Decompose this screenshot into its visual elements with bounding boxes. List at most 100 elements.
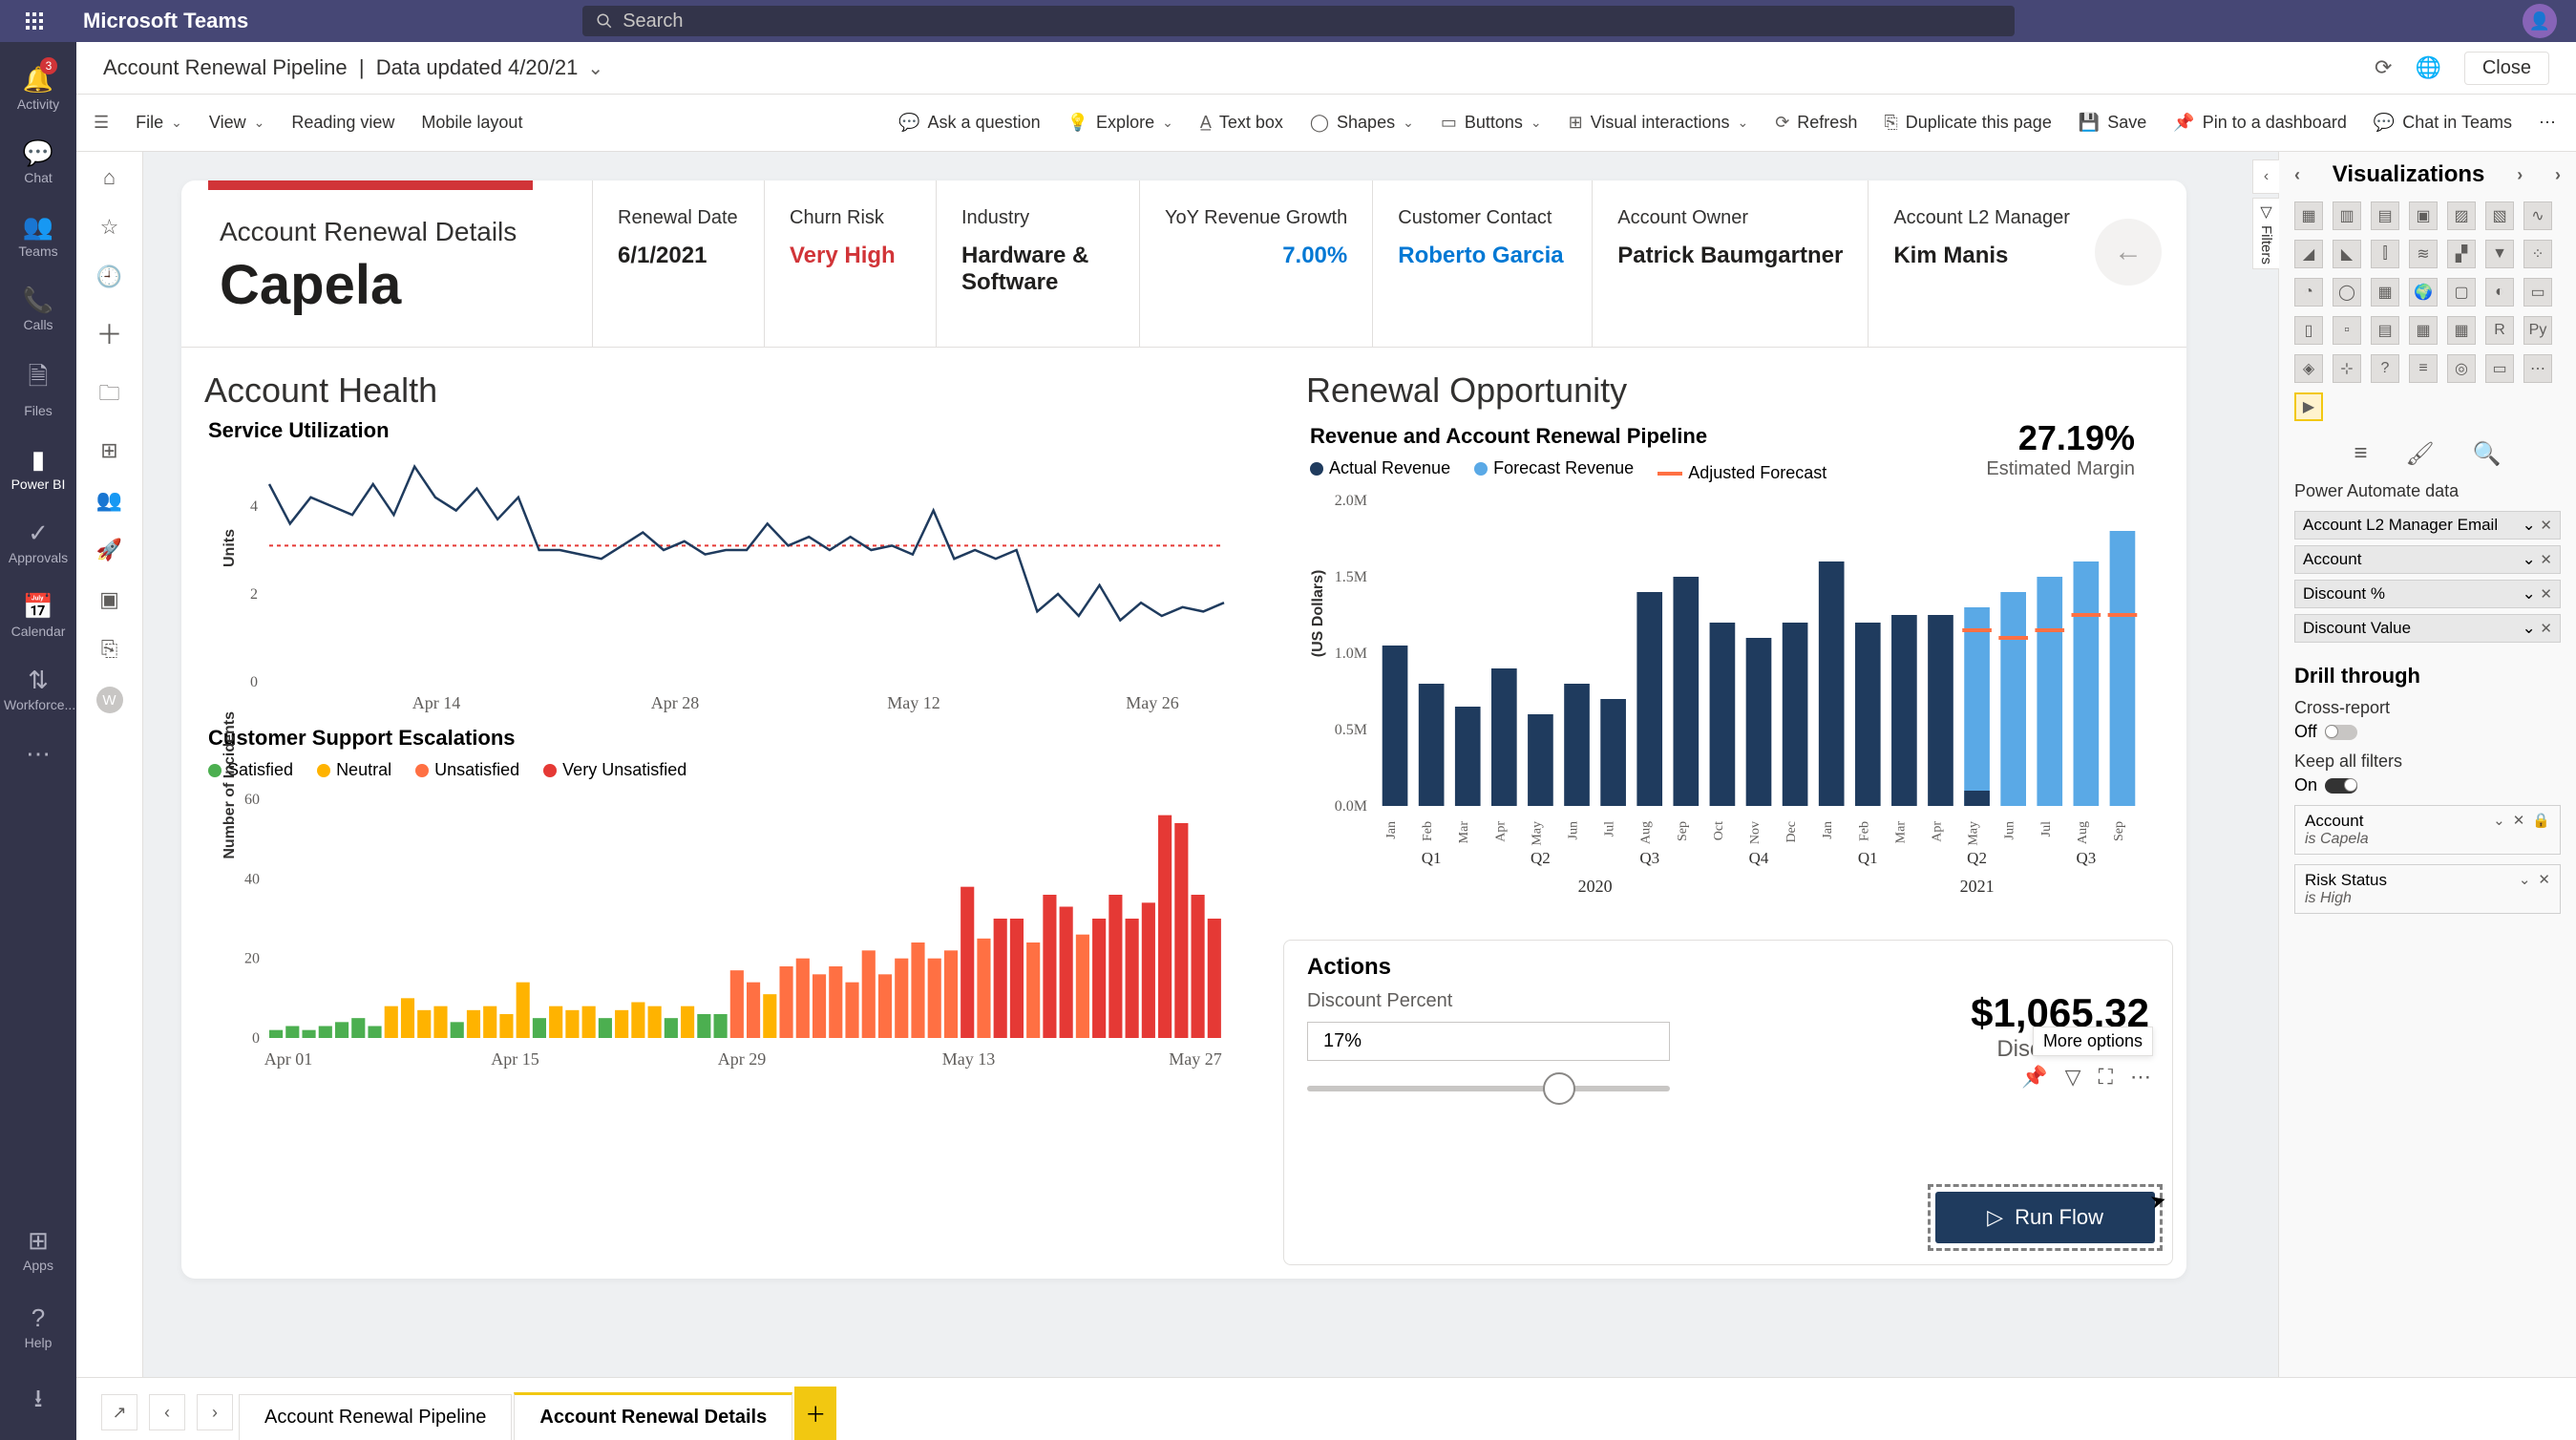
viz-bar-icon[interactable]: ▥ — [2333, 201, 2361, 230]
service-utilization-chart[interactable]: Units 024Apr 14Apr 28May 12May 26 — [231, 453, 1234, 720]
duplicate-button[interactable]: ⎘Duplicate this page — [1884, 113, 2052, 133]
panel-back-icon[interactable]: ‹ — [2294, 165, 2300, 185]
mini-apps[interactable]: ⊞ — [100, 438, 117, 463]
field-pill[interactable]: Account⌄ ✕ — [2294, 545, 2561, 574]
viz-100-column-icon[interactable]: ▧ — [2485, 201, 2514, 230]
panel-forward-icon[interactable]: › — [2517, 165, 2523, 185]
viz-py-icon[interactable]: Py — [2523, 316, 2552, 345]
viz-key-influencer-icon[interactable]: ◈ — [2294, 354, 2323, 383]
visual-focus-icon[interactable]: ⛶ — [2099, 1065, 2113, 1090]
viz-goals-icon[interactable]: ◎ — [2447, 354, 2476, 383]
viz-clustered-bar-icon[interactable]: ▤ — [2371, 201, 2399, 230]
viz-stacked-area-icon[interactable]: ◣ — [2333, 240, 2361, 268]
rail-download[interactable]: ⭳ — [0, 1366, 76, 1440]
waffle-icon[interactable] — [19, 6, 50, 36]
search-input[interactable]: Search — [582, 6, 2015, 36]
run-flow-visual[interactable]: ▷Run Flow — [1928, 1184, 2163, 1251]
chevron-down-icon[interactable]: ⌄ — [2493, 812, 2505, 829]
viz-area-icon[interactable]: ◢ — [2294, 240, 2323, 268]
rail-workforce[interactable]: ⇅Workforce... — [0, 652, 76, 726]
explore-menu[interactable]: 💡Explore⌄ — [1067, 113, 1173, 133]
avatar[interactable]: 👤 — [2523, 4, 2557, 38]
slider-thumb[interactable] — [1543, 1072, 1575, 1105]
viz-line-icon[interactable]: ∿ — [2523, 201, 2552, 230]
keep-filters-toggle[interactable]: On — [2294, 775, 2357, 795]
lock-icon[interactable]: 🔒 — [2532, 812, 2550, 829]
globe-icon[interactable]: 🌐 — [2415, 55, 2440, 80]
visual-more-icon[interactable]: ⋯ — [2130, 1065, 2151, 1090]
viz-waterfall-icon[interactable]: ▞ — [2447, 240, 2476, 268]
viz-scatter-icon[interactable]: ⁘ — [2523, 240, 2552, 268]
format-tab-icon[interactable]: 🖌 — [2405, 440, 2434, 468]
next-page-button[interactable]: › — [197, 1394, 233, 1430]
rail-approvals[interactable]: ✓Approvals — [0, 505, 76, 579]
discount-percent-input[interactable]: 17% — [1307, 1022, 1670, 1061]
chevron-down-icon[interactable]: ⌄ — [2519, 871, 2531, 888]
viz-stacked-column-icon[interactable]: ▨ — [2447, 201, 2476, 230]
rail-help[interactable]: ?Help — [0, 1288, 76, 1366]
viz-slicer-icon[interactable]: ▤ — [2371, 316, 2399, 345]
visualization-picker[interactable]: ▦▥▤▣▨▧∿ ◢◣⫿≋▞▼⁘ ◔◯▦🌍▢◐▭ ▯▫▤▦▦RPy ◈⊹?≡◎▭⋯… — [2294, 201, 2561, 421]
mini-home[interactable]: ⌂ — [103, 165, 116, 190]
remove-icon[interactable]: ✕ — [2513, 812, 2525, 829]
mini-datasets[interactable]: 🗀 — [98, 377, 119, 413]
rail-chat[interactable]: 💬Chat — [0, 125, 76, 199]
viz-map-icon[interactable]: 🌍 — [2409, 278, 2438, 307]
textbox-button[interactable]: A̲Text box — [1200, 113, 1283, 133]
viz-stacked-bar-icon[interactable]: ▦ — [2294, 201, 2323, 230]
analytics-tab-icon[interactable]: 🔍 — [2473, 440, 2502, 468]
fields-tab-icon[interactable]: ≡ — [2354, 440, 2367, 468]
cross-report-toggle[interactable]: Off — [2294, 722, 2357, 742]
refresh-button[interactable]: ⟳Refresh — [1775, 113, 1857, 133]
panel-collapse-icon[interactable]: › — [2555, 165, 2561, 185]
viz-table-icon[interactable]: ▦ — [2409, 316, 2438, 345]
discount-slider[interactable] — [1307, 1086, 1670, 1091]
rail-apps[interactable]: ⊞Apps — [0, 1211, 76, 1288]
add-page-button[interactable]: ＋ — [794, 1387, 836, 1440]
pin-button[interactable]: 📌Pin to a dashboard — [2173, 113, 2347, 133]
close-button[interactable]: Close — [2464, 52, 2549, 85]
mini-workspace-avatar[interactable]: W — [96, 687, 123, 713]
field-pill[interactable]: Account L2 Manager Email⌄ ✕ — [2294, 511, 2561, 540]
chevron-down-icon[interactable]: ⌄ — [587, 56, 603, 80]
field-pill[interactable]: Discount Value⌄ ✕ — [2294, 614, 2561, 643]
hamburger-icon[interactable]: ☰ — [94, 113, 109, 133]
tab-details[interactable]: Account Renewal Details — [514, 1392, 792, 1440]
reading-view-button[interactable]: Reading view — [291, 113, 394, 133]
rail-files[interactable]: 🗎Files — [0, 346, 76, 432]
rail-powerbi[interactable]: ▮Power BI — [0, 432, 76, 505]
mini-create[interactable]: ＋ — [95, 314, 122, 352]
viz-pie-icon[interactable]: ◔ — [2294, 278, 2323, 307]
view-menu[interactable]: View⌄ — [209, 113, 264, 133]
mini-learn[interactable]: 🚀 — [96, 538, 122, 562]
remove-field-icon[interactable]: ✕ — [2540, 518, 2552, 534]
prev-page-button[interactable]: ‹ — [149, 1394, 185, 1430]
rail-activity[interactable]: 🔔Activity3 — [0, 52, 76, 125]
viz-matrix-icon[interactable]: ▦ — [2447, 316, 2476, 345]
viz-power-automate-icon[interactable]: ▶ — [2294, 392, 2323, 421]
visual-pin-icon[interactable]: 📌 — [2021, 1065, 2047, 1090]
mini-shared[interactable]: 👥 — [96, 488, 122, 513]
viz-more-icon[interactable]: ⋯ — [2523, 354, 2552, 383]
viz-kpi-icon[interactable]: ▫ — [2333, 316, 2361, 345]
viz-card-icon[interactable]: ▭ — [2523, 278, 2552, 307]
viz-qna-icon[interactable]: ? — [2371, 354, 2399, 383]
ribbon-more-icon[interactable]: ⋯ — [2539, 113, 2559, 133]
viz-paginated-icon[interactable]: ▭ — [2485, 354, 2514, 383]
viz-decomp-icon[interactable]: ⊹ — [2333, 354, 2361, 383]
escalations-chart[interactable]: Number of Incidents 0204060Apr 01Apr 15A… — [231, 790, 1234, 1076]
file-menu[interactable]: File⌄ — [136, 113, 182, 133]
expand-button[interactable]: ↗ — [101, 1394, 137, 1430]
mini-recent[interactable]: 🕘 — [96, 265, 122, 289]
viz-treemap-icon[interactable]: ▦ — [2371, 278, 2399, 307]
viz-filled-map-icon[interactable]: ▢ — [2447, 278, 2476, 307]
viz-ribbon-icon[interactable]: ≋ — [2409, 240, 2438, 268]
viz-r-icon[interactable]: R — [2485, 316, 2514, 345]
viz-funnel-icon[interactable]: ▼ — [2485, 240, 2514, 268]
visual-filter-icon[interactable]: ▽ — [2065, 1065, 2081, 1090]
viz-column-icon[interactable]: ▣ — [2409, 201, 2438, 230]
viz-gauge-icon[interactable]: ◐ — [2485, 278, 2514, 307]
mini-deployment[interactable]: ⎘ — [101, 637, 118, 662]
viz-multi-card-icon[interactable]: ▯ — [2294, 316, 2323, 345]
filters-tab[interactable]: ▽Filters — [2252, 198, 2279, 269]
